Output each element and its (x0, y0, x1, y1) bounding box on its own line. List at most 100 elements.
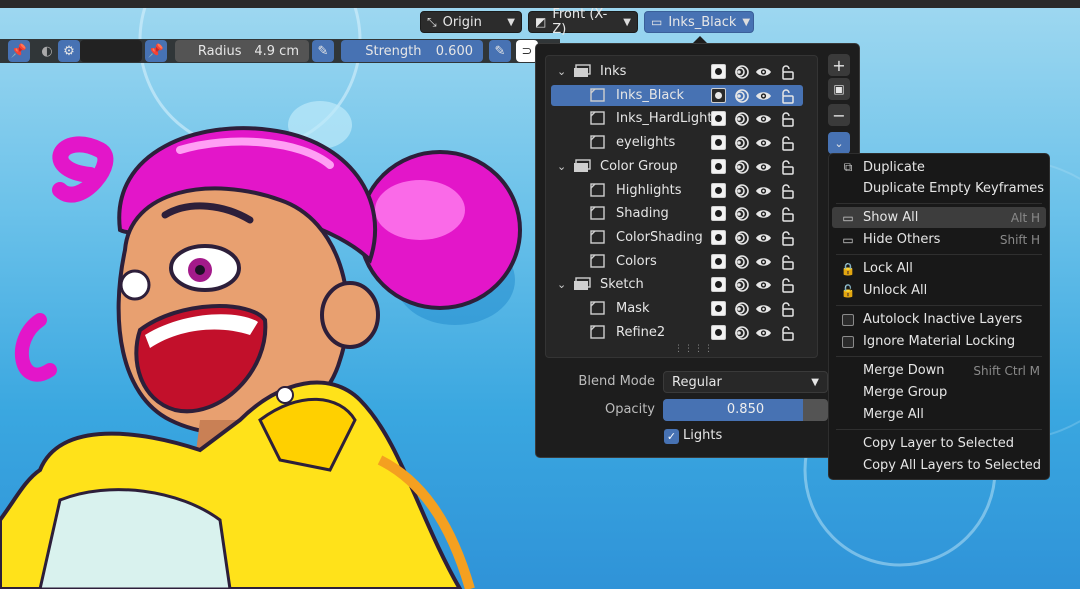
eye-icon[interactable] (755, 205, 772, 222)
menu-item-hide-others[interactable]: ▭ Hide Others Shift H (832, 229, 1046, 250)
radius-field[interactable]: Radius 4.9 cm (175, 40, 309, 62)
mask-toggle-icon[interactable] (711, 254, 726, 269)
layer-row[interactable]: Mask (551, 298, 803, 319)
layer-row[interactable]: Inks_HardLight (551, 108, 803, 129)
layer-row[interactable]: eyelights (551, 132, 803, 153)
unlock-icon[interactable] (778, 134, 795, 151)
add-group-button[interactable]: ▣ (828, 78, 850, 100)
pen-pressure-icon[interactable]: ✎ (489, 40, 511, 62)
unlock-icon[interactable] (778, 110, 795, 127)
eye-icon[interactable] (755, 253, 772, 270)
layer-row[interactable]: Inks_Black (551, 85, 803, 106)
layer-controls (711, 87, 795, 104)
eye-icon[interactable] (755, 87, 772, 104)
active-layer-dropdown[interactable]: ▭ Inks_Black ▼ (644, 11, 754, 33)
onion-skin-icon[interactable] (732, 324, 749, 341)
onion-skin-icon[interactable] (732, 87, 749, 104)
unlock-icon[interactable] (778, 229, 795, 246)
layer-row[interactable]: Shading (551, 203, 803, 224)
mask-toggle-icon[interactable] (711, 183, 726, 198)
menu-item-ignore-material-locking[interactable]: Ignore Material Locking (832, 331, 1046, 352)
expand-chevron-icon[interactable]: ⌄ (557, 65, 566, 78)
expand-chevron-icon[interactable]: ⌄ (557, 160, 566, 173)
chevron-down-icon: ▼ (623, 16, 631, 28)
remove-layer-button[interactable]: − (828, 104, 850, 126)
onion-skin-icon[interactable] (732, 158, 749, 175)
color-swatch[interactable] (80, 40, 142, 62)
unlock-icon[interactable] (778, 324, 795, 341)
eye-icon[interactable] (755, 276, 772, 293)
mask-toggle-icon[interactable] (711, 64, 726, 79)
mask-toggle-icon[interactable] (711, 325, 726, 340)
mask-toggle-icon[interactable] (711, 111, 726, 126)
menu-item-copy-all-layers-to-selected[interactable]: Copy All Layers to Selected (832, 455, 1046, 476)
onion-skin-icon[interactable] (732, 63, 749, 80)
unlock-icon[interactable] (778, 253, 795, 270)
menu-item-duplicate-empty-keyframes[interactable]: Duplicate Empty Keyframes (832, 178, 1046, 199)
mask-toggle-icon[interactable] (711, 88, 726, 103)
onion-skin-icon[interactable] (732, 134, 749, 151)
material-sphere-icon[interactable]: ◐ (36, 40, 58, 62)
menu-item-unlock-all[interactable]: 🔓 Unlock All (832, 280, 1046, 301)
eye-icon[interactable] (755, 63, 772, 80)
mask-toggle-icon[interactable] (711, 230, 726, 245)
layer-row[interactable]: Colors (551, 251, 803, 272)
menu-item-autolock-inactive-layers[interactable]: Autolock Inactive Layers (832, 309, 1046, 330)
layer-row[interactable]: Refine2 (551, 322, 803, 343)
mask-toggle-icon[interactable] (711, 135, 726, 150)
pin-icon[interactable]: 📌 (145, 40, 167, 62)
blend-mode-select[interactable]: Regular ▼ (663, 371, 828, 393)
onion-skin-icon[interactable] (732, 229, 749, 246)
unlock-icon[interactable] (778, 87, 795, 104)
resize-grip-icon[interactable]: ⋮⋮⋮⋮ (674, 344, 714, 354)
onion-skin-icon[interactable] (732, 253, 749, 270)
chevron-down-icon: ▼ (742, 16, 751, 28)
unlock-icon[interactable] (778, 158, 795, 175)
menu-item-merge-group[interactable]: Merge Group (832, 382, 1046, 403)
onion-skin-icon[interactable] (732, 182, 749, 199)
pin-icon[interactable]: 📌 (8, 40, 30, 62)
eye-icon[interactable] (755, 134, 772, 151)
layer-row[interactable]: Highlights (551, 180, 803, 201)
mask-toggle-icon[interactable] (711, 277, 726, 292)
onion-skin-icon[interactable] (732, 110, 749, 127)
expand-chevron-icon[interactable]: ⌄ (557, 278, 566, 291)
onion-skin-icon[interactable] (732, 205, 749, 222)
unlock-icon[interactable] (778, 276, 795, 293)
opacity-slider[interactable]: 0.850 (663, 399, 828, 421)
layer-row[interactable]: ColorShading (551, 227, 803, 248)
layer-group-row[interactable]: ⌄ Inks (551, 61, 803, 82)
pen-pressure-icon[interactable]: ✎ (312, 40, 334, 62)
eye-icon[interactable] (755, 182, 772, 199)
mask-toggle-icon[interactable] (711, 159, 726, 174)
mask-toggle-icon[interactable] (711, 206, 726, 221)
view-dropdown[interactable]: ◩ Front (X-Z) ▼ (528, 7, 638, 37)
onion-skin-icon[interactable] (732, 276, 749, 293)
strength-field[interactable]: Strength 0.600 (341, 40, 483, 62)
onion-skin-icon[interactable] (732, 300, 749, 317)
lights-checkbox[interactable]: ✓ (664, 429, 679, 444)
layer-group-row[interactable]: ⌄ Color Group (551, 156, 803, 177)
brush-preset-icon[interactable]: ⚙ (58, 40, 80, 62)
pivot-point-dropdown[interactable]: ⤡ Origin ▼ (420, 11, 522, 33)
menu-item-copy-layer-to-selected[interactable]: Copy Layer to Selected (832, 433, 1046, 454)
add-layer-button[interactable]: + (828, 54, 850, 76)
layer-group-row[interactable]: ⌄ Sketch (551, 274, 803, 295)
unlock-icon[interactable] (778, 205, 795, 222)
eye-icon[interactable] (755, 110, 772, 127)
menu-item-show-all[interactable]: ▭ Show All Alt H (832, 207, 1046, 228)
unlock-icon[interactable] (778, 300, 795, 317)
menu-item-merge-all[interactable]: Merge All (832, 404, 1046, 425)
mask-toggle-icon[interactable] (711, 301, 726, 316)
eye-icon[interactable] (755, 229, 772, 246)
layer-icon (589, 206, 607, 220)
menu-item-duplicate[interactable]: ⧉ Duplicate (832, 157, 1046, 178)
unlock-icon[interactable] (778, 182, 795, 199)
unlock-icon[interactable] (778, 63, 795, 80)
menu-item-merge-down[interactable]: Merge Down Shift Ctrl M (832, 360, 1046, 381)
eye-icon[interactable] (755, 324, 772, 341)
menu-item-lock-all[interactable]: 🔒 Lock All (832, 258, 1046, 279)
eye-icon[interactable] (755, 300, 772, 317)
specials-menu-button[interactable]: ⌄ (828, 132, 850, 154)
eye-icon[interactable] (755, 158, 772, 175)
